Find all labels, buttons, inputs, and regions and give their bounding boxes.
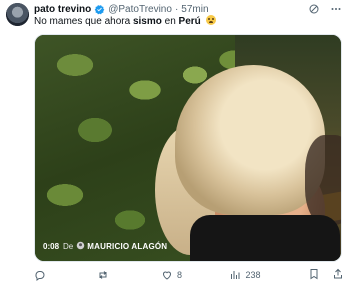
heart-icon <box>162 271 171 280</box>
grok-icon[interactable] <box>308 2 320 20</box>
retweet-icon <box>99 271 107 279</box>
video-frame-person <box>155 65 341 261</box>
tweet-card[interactable]: pato trevino @PatoTrevino · 57min No mam… <box>0 0 350 288</box>
tweet-text-part1: No mames que ahora <box>34 16 133 27</box>
tweet-text: No mames que ahora sismo en Perú <box>34 15 216 27</box>
share-button[interactable] <box>332 268 344 282</box>
like-count: 8 <box>176 270 182 280</box>
bookmark-button[interactable] <box>308 268 320 282</box>
separator-dot: · <box>174 3 179 15</box>
video-from-label: De <box>63 242 74 251</box>
share-icon <box>333 268 342 279</box>
video-source-author[interactable]: MAURICIO ALAGÓN <box>87 242 167 251</box>
video-player[interactable]: 0:08 De MAURICIO ALAGÓN <box>34 34 342 262</box>
author-name[interactable]: pato trevino <box>34 4 91 15</box>
tweet-actions: 8 238 <box>34 267 344 283</box>
video-caption: 0:08 De MAURICIO ALAGÓN <box>43 240 167 253</box>
tweet-text-bold2: Perú <box>178 16 201 27</box>
views-count: 238 <box>245 270 261 280</box>
avatar[interactable] <box>6 3 29 26</box>
author-handle[interactable]: @PatoTrevino <box>108 4 172 15</box>
verified-badge-icon <box>94 4 105 15</box>
views-icon <box>231 271 240 279</box>
more-options-icon[interactable] <box>330 2 342 20</box>
views-button[interactable]: 238 <box>229 269 261 281</box>
retweet-button[interactable] <box>97 269 113 281</box>
source-avatar-icon <box>76 241 85 252</box>
reply-icon <box>35 271 45 281</box>
post-time[interactable]: 57min <box>181 4 208 15</box>
crying-laughing-emoji-icon <box>205 15 216 25</box>
tweet-text-bold1: sismo <box>132 16 162 27</box>
reply-button[interactable] <box>34 269 50 281</box>
bookmark-icon <box>310 269 318 280</box>
top-right-actions <box>308 2 342 20</box>
tweet-header: pato trevino @PatoTrevino · 57min <box>34 2 209 16</box>
tweet-text-part2: en <box>161 16 179 27</box>
like-button[interactable]: 8 <box>161 269 182 281</box>
video-timestamp: 0:08 <box>43 242 60 251</box>
